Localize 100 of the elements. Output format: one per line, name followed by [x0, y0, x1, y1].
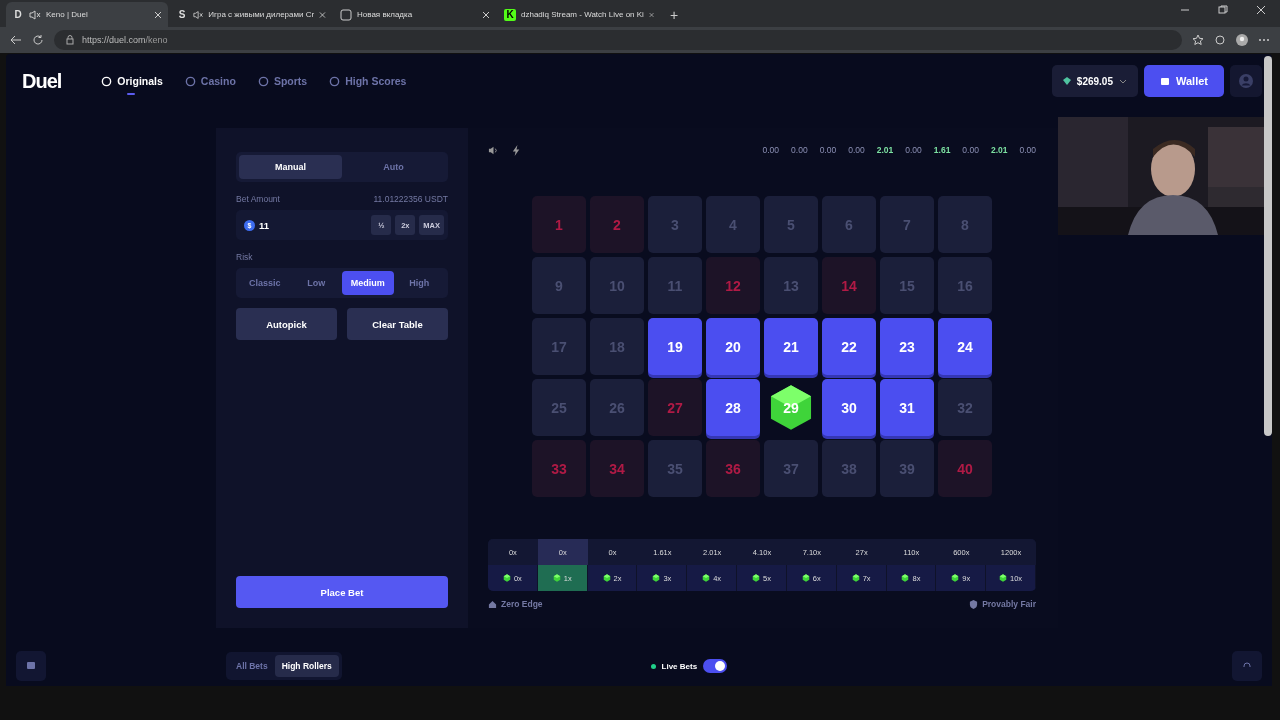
close-icon[interactable]	[1256, 4, 1266, 15]
keno-tile[interactable]: 5	[764, 196, 818, 253]
keno-tile[interactable]: 1	[532, 196, 586, 253]
keno-tile[interactable]: 9	[532, 257, 586, 314]
browser-tab[interactable]: D Keno | Duel	[6, 2, 168, 27]
keno-tile[interactable]: 30	[822, 379, 876, 436]
keno-tile[interactable]: 3	[648, 196, 702, 253]
risk-option[interactable]: Low	[290, 271, 342, 295]
bets-tab[interactable]: All Bets	[229, 655, 275, 677]
keno-tile[interactable]: 4	[706, 196, 760, 253]
history-value: 0.00	[905, 145, 922, 155]
provably-fair-label[interactable]: Provably Fair	[982, 599, 1036, 609]
keno-tile[interactable]: 35	[648, 440, 702, 497]
close-icon[interactable]	[154, 10, 162, 19]
keno-tile[interactable]: 32	[938, 379, 992, 436]
keno-tile[interactable]: 16	[938, 257, 992, 314]
keno-tile[interactable]: 13	[764, 257, 818, 314]
keno-tile[interactable]: 11	[648, 257, 702, 314]
keno-tile[interactable]: 17	[532, 318, 586, 375]
restore-icon[interactable]	[1218, 4, 1228, 15]
risk-label: Risk	[236, 252, 253, 262]
chat-button[interactable]	[16, 651, 46, 681]
history-value: 2.01	[876, 145, 894, 155]
history-value: 1.61	[933, 145, 951, 155]
keno-tile[interactable]: 34	[590, 440, 644, 497]
gem-icon	[752, 574, 761, 582]
keno-tile[interactable]: 27	[648, 379, 702, 436]
keno-tile[interactable]: 14	[822, 257, 876, 314]
user-icon	[1238, 73, 1254, 89]
shield-icon	[969, 599, 979, 609]
speaker-icon[interactable]	[488, 144, 499, 156]
nav-link[interactable]: High Scores	[329, 71, 407, 91]
favicon: D	[13, 8, 23, 21]
close-icon[interactable]	[319, 10, 326, 19]
keno-tile[interactable]: 7	[880, 196, 934, 253]
keno-tile[interactable]: 23	[880, 318, 934, 375]
keno-tile[interactable]: 21	[764, 318, 818, 375]
scrollbar[interactable]	[1264, 56, 1272, 436]
bets-tab[interactable]: High Rollers	[274, 655, 339, 677]
close-icon[interactable]	[482, 10, 490, 19]
history-value: 0.00	[819, 145, 837, 155]
keno-tile[interactable]: 20	[706, 318, 760, 375]
action-button[interactable]: Autopick	[236, 308, 337, 340]
keno-tile[interactable]: 25	[532, 379, 586, 436]
back-icon[interactable]	[10, 34, 22, 46]
gem-icon	[851, 574, 860, 582]
keno-tile[interactable]: 6	[822, 196, 876, 253]
address-bar[interactable]: https://duel.com/keno	[54, 30, 1182, 50]
keno-tile[interactable]: 18	[590, 318, 644, 375]
nav-link[interactable]: Sports	[257, 71, 308, 91]
keno-tile[interactable]: 8	[938, 196, 992, 253]
tab-title: Новая вкладка	[357, 10, 414, 19]
zero-edge-label[interactable]: Zero Edge	[501, 599, 543, 609]
muted-speaker-icon[interactable]	[29, 9, 41, 20]
keno-tile[interactable]: 10	[590, 257, 644, 314]
mode-tab[interactable]: Manual	[239, 155, 342, 179]
keno-tile[interactable]: 38	[822, 440, 876, 497]
history-value: 2.01	[990, 145, 1008, 155]
lightning-icon[interactable]	[511, 144, 522, 156]
balance-dropdown[interactable]: $269.05	[1051, 65, 1138, 97]
mode-tab[interactable]: Auto	[342, 155, 445, 179]
browser-tab[interactable]: Новая вкладка	[334, 2, 496, 27]
avatar-icon[interactable]	[1236, 34, 1248, 46]
risk-option[interactable]: Classic	[239, 271, 291, 295]
keno-tile[interactable]: 40	[938, 440, 992, 497]
keno-tile[interactable]: 33	[532, 440, 586, 497]
action-button[interactable]: Clear Table	[347, 308, 448, 340]
keno-tile[interactable]: 22	[822, 318, 876, 375]
risk-option[interactable]: High	[393, 271, 445, 295]
keno-tile[interactable]: 15	[880, 257, 934, 314]
muted-speaker-icon[interactable]	[193, 9, 204, 20]
browser-tab[interactable]: S Игра с живыми дилерами Cr	[170, 2, 332, 27]
history-value: 0.00	[1019, 145, 1036, 155]
logo[interactable]: Duel	[22, 69, 62, 93]
nav-link[interactable]: Casino	[184, 71, 236, 91]
live-bets-toggle[interactable]	[703, 659, 728, 673]
risk-option[interactable]: Medium	[342, 271, 394, 295]
reload-icon[interactable]	[32, 34, 44, 46]
keno-tile[interactable]: 31	[880, 379, 934, 436]
gem-icon	[502, 574, 511, 582]
gem-icon	[901, 574, 910, 582]
keno-tile[interactable]: 26	[590, 379, 644, 436]
wallet-button[interactable]: Wallet	[1144, 65, 1224, 97]
keno-tile[interactable]: 24	[938, 318, 992, 375]
history-value: 0.00	[791, 145, 808, 155]
keno-tile[interactable]: 19	[648, 318, 702, 375]
browser-tab[interactable]: K dzhadiq Stream - Watch Live on Ki	[498, 2, 660, 27]
new-tab-button[interactable]: +	[662, 7, 687, 27]
keno-tile[interactable]: 2	[590, 196, 644, 253]
lock-icon	[64, 34, 76, 46]
nav-link[interactable]: Originals	[101, 71, 163, 91]
keno-tile[interactable]: 28	[706, 379, 760, 436]
star-icon[interactable]	[1192, 34, 1204, 46]
keno-tile[interactable]: 12	[706, 257, 760, 314]
gem-icon	[801, 574, 810, 582]
history-value: 0.00	[762, 145, 780, 155]
keno-tile[interactable]: 37	[764, 440, 818, 497]
keno-tile[interactable]: 36	[706, 440, 760, 497]
place-bet-button[interactable]: Place Bet	[236, 576, 448, 608]
keno-tile[interactable]: 39	[880, 440, 934, 497]
